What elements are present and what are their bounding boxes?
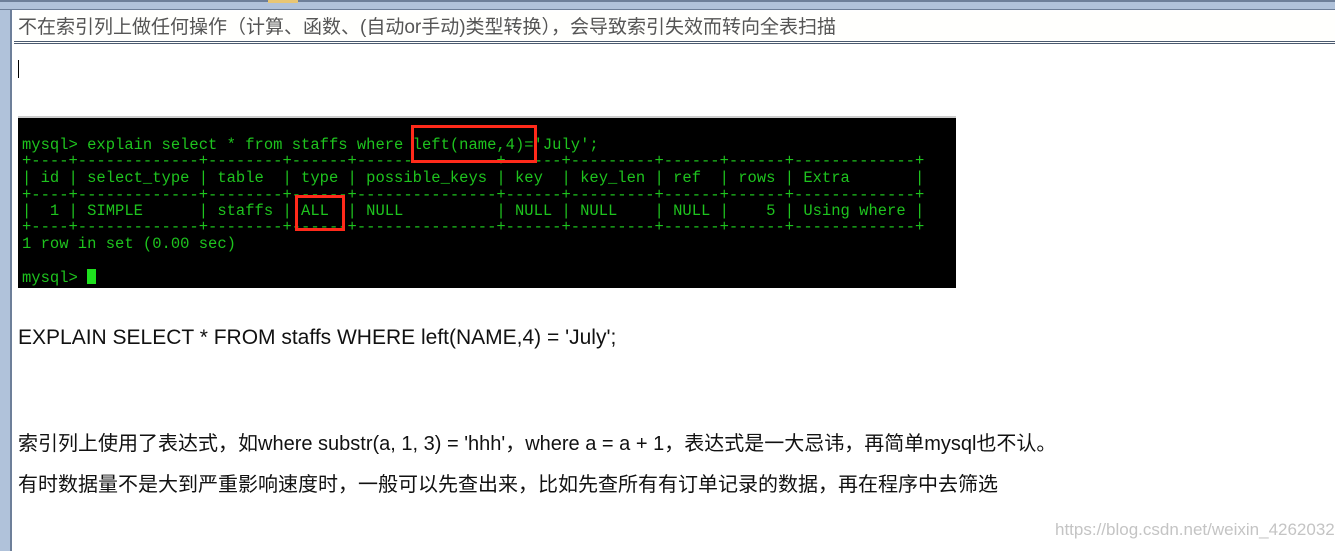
text-caret	[18, 60, 19, 78]
terminal-cursor	[87, 269, 97, 284]
slide-heading: 不在索引列上做任何操作（计算、函数、(自动or手动)类型转换），会导致索引失效而…	[14, 12, 1335, 44]
table-border-line: +----+-------------+--------+------+----…	[22, 186, 925, 204]
terminal-result-line: 1 row in set (0.00 sec)	[22, 235, 236, 253]
table-header-row: | id | select_type | table | type | poss…	[22, 169, 925, 187]
sql-statement: EXPLAIN SELECT * FROM staffs WHERE left(…	[18, 326, 617, 349]
active-tab-indicator	[268, 0, 298, 3]
note-line-2: 有时数据量不是大到严重影响速度时，一般可以先查出来，比如先查所有有订单记录的数据…	[18, 474, 998, 496]
note-line-1: 索引列上使用了表达式，如where substr(a, 1, 3) = 'hhh…	[18, 433, 1057, 455]
table-data-row: | 1 | SIMPLE | staffs | ALL | NULL | NUL…	[22, 202, 925, 220]
window-left-border	[0, 10, 12, 551]
mysql-terminal-screenshot: mysql> explain select * from staffs wher…	[18, 116, 956, 288]
highlight-box-function	[411, 125, 537, 163]
highlight-box-type-all	[295, 195, 345, 231]
terminal-prompt: mysql>	[22, 269, 88, 287]
watermark: https://blog.csdn.net/weixin_42620326	[1055, 520, 1335, 539]
window-top-bar	[0, 0, 1335, 10]
terminal-prompt-line: mysql>	[22, 269, 97, 287]
table-border-line: +----+-------------+--------+------+----…	[22, 218, 925, 236]
